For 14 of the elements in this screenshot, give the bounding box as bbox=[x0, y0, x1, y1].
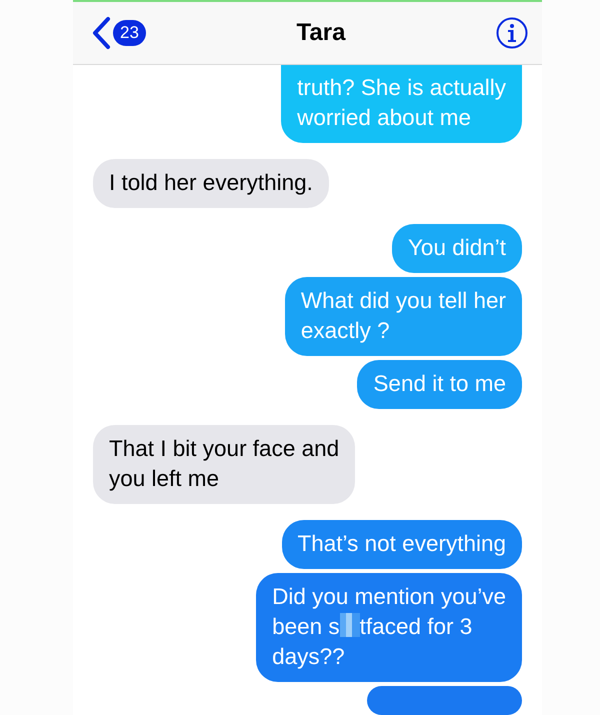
received-message-bubble: That I bit your face and you left me bbox=[93, 425, 356, 504]
sent-message-bubble: Did you mention you’ve been s tfaced for 3 days?? bbox=[256, 573, 522, 682]
back-chevron-icon bbox=[91, 16, 111, 50]
back-button[interactable]: 23 bbox=[91, 16, 146, 50]
sent-message-bubble: Send it to me bbox=[357, 360, 522, 409]
received-message-bubble: I told her everything. bbox=[93, 159, 329, 208]
sent-message-bubble: That’s not everything bbox=[282, 520, 522, 569]
sent-message-bubble: You didn’t bbox=[392, 224, 522, 273]
info-button[interactable] bbox=[496, 17, 528, 49]
info-icon bbox=[496, 17, 528, 49]
sent-message-bubble: What did you tell her exactly ? bbox=[284, 277, 522, 356]
unread-count-badge: 23 bbox=[113, 20, 146, 46]
sent-message-bubble: truth? She is actually worried about me bbox=[281, 65, 522, 143]
contact-name: Tara bbox=[296, 18, 347, 48]
